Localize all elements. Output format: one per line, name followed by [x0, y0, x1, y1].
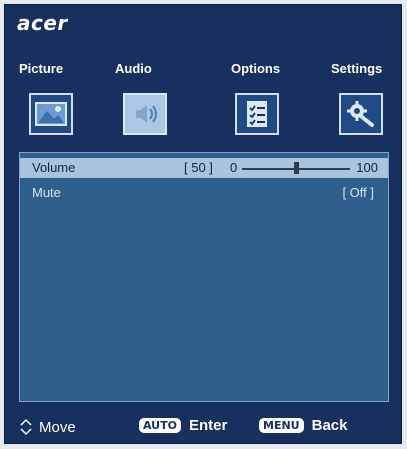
volume-label: Volume [32, 160, 76, 175]
mute-label: Mute [32, 185, 61, 200]
osd-menu: acer Picture Audio Options Settings Volu… [4, 4, 402, 444]
slider-thumb[interactable] [294, 162, 299, 174]
volume-row[interactable]: Volume [ 50 ] 0 100 [20, 158, 388, 178]
tab-options[interactable] [235, 93, 279, 135]
checklist-icon [247, 101, 267, 127]
enter-hint: AUTO Enter [139, 417, 227, 434]
mute-row[interactable]: Mute [ Off ] [20, 183, 388, 203]
move-label: Move [39, 418, 76, 436]
acer-logo: acer [17, 11, 68, 35]
back-hint: MENU Back [259, 417, 347, 434]
speaker-icon [136, 105, 157, 123]
tab-settings[interactable] [339, 93, 383, 135]
slider-max-label: 100 [356, 160, 378, 175]
up-down-arrows-icon [20, 418, 32, 436]
gear-wrench-icon [347, 101, 374, 127]
tab-settings-label[interactable]: Settings [331, 61, 382, 76]
tab-audio[interactable] [123, 93, 167, 135]
enter-label: Enter [188, 417, 228, 434]
menu-key-badge: MENU [259, 418, 304, 433]
slider-min-label: 0 [230, 160, 238, 175]
tab-picture-label[interactable]: Picture [19, 61, 63, 76]
auto-key-badge: AUTO [139, 418, 181, 433]
volume-value: [ 50 ] [184, 160, 213, 175]
tab-picture[interactable] [29, 93, 73, 135]
mute-value: [ Off ] [342, 185, 374, 200]
footer-hints: Move AUTO Enter MENU Back [5, 415, 401, 441]
settings-panel: Volume [ 50 ] 0 100 Mute [ Off ] [19, 152, 389, 402]
back-label: Back [311, 417, 348, 434]
tab-options-label[interactable]: Options [231, 61, 280, 76]
picture-icon [35, 102, 67, 126]
tab-audio-label[interactable]: Audio [115, 61, 152, 76]
tab-bar: Picture Audio Options Settings [5, 55, 401, 151]
volume-slider[interactable]: 0 100 [230, 160, 378, 176]
move-hint: Move [19, 417, 76, 437]
